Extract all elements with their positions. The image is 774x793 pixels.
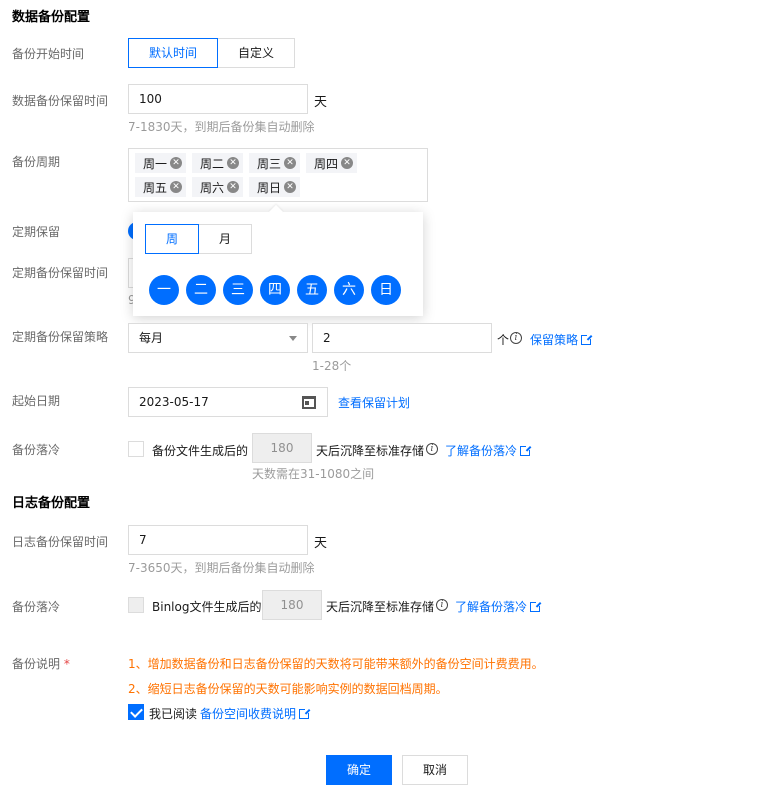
data-retention-input[interactable]: 100	[128, 84, 308, 114]
tag-tuesday: 周二 ✕	[192, 153, 244, 173]
tag-wednesday: 周三 ✕	[249, 153, 301, 173]
backup-cycle-tag-input[interactable]: 周一 ✕ 周二 ✕ 周三 ✕ 周四 ✕ 周五 ✕ 周六 ✕ 周日 ✕	[128, 148, 428, 202]
agree-checkbox[interactable]	[128, 704, 144, 720]
policy-link[interactable]: 保留策略	[530, 331, 593, 348]
day-tue[interactable]: 二	[186, 275, 216, 305]
data-archive-hint: 天数需在31-1080之间	[252, 467, 375, 481]
log-archive-suffix: 天后沉降至标准存储	[326, 600, 435, 614]
notes-label: 备份说明 *	[12, 657, 70, 671]
day-fri[interactable]: 五	[297, 275, 327, 305]
data-archive-checkbox[interactable]	[128, 441, 144, 457]
log-backup-title: 日志备份配置	[12, 496, 91, 511]
weekday-picker-popup: 周 月 一 二 三 四 五 六 日	[133, 204, 423, 316]
data-archive-label: 备份落冷	[12, 443, 61, 457]
required-mark: *	[63, 657, 70, 671]
space-fee-link[interactable]: 备份空间收费说明	[200, 705, 311, 722]
cancel-button[interactable]: 取消	[402, 755, 468, 785]
view-retention-plan-link[interactable]: 查看保留计划	[338, 394, 410, 411]
popup-arrow	[268, 204, 284, 220]
log-archive-label: 备份落冷	[12, 600, 61, 614]
log-archive-checkbox[interactable]	[128, 597, 144, 613]
policy-label: 定期备份保留策略	[12, 330, 109, 344]
data-retention-label: 数据备份保留时间	[12, 94, 109, 108]
remove-tag-icon[interactable]: ✕	[170, 181, 183, 193]
log-retention-unit: 天	[314, 536, 328, 551]
agree-text: 我已阅读	[149, 707, 198, 721]
data-archive-days-input[interactable]: 180	[252, 433, 312, 463]
periodic-keep-label: 定期保留	[12, 225, 61, 239]
data-archive-link[interactable]: 了解备份落冷	[445, 442, 532, 459]
remove-tag-icon[interactable]: ✕	[284, 181, 297, 193]
data-retention-hint: 7-1830天，到期后备份集自动删除	[128, 120, 315, 134]
tab-month[interactable]: 月	[199, 224, 252, 254]
policy-hint: 1-28个	[312, 359, 352, 373]
day-mon[interactable]: 一	[149, 275, 179, 305]
start-time-label: 备份开始时间	[12, 47, 85, 61]
log-archive-days-input[interactable]: 180	[262, 590, 322, 620]
day-sat[interactable]: 六	[334, 275, 364, 305]
remove-tag-icon[interactable]: ✕	[170, 157, 183, 169]
chevron-down-icon	[289, 336, 297, 341]
custom-time-button[interactable]: 自定义	[218, 38, 295, 68]
day-thu[interactable]: 四	[260, 275, 290, 305]
remove-tag-icon[interactable]: ✕	[341, 157, 354, 169]
external-link-icon	[530, 601, 542, 612]
tag-sunday: 周日 ✕	[249, 177, 301, 197]
start-time-segment: 默认时间 自定义	[128, 38, 295, 68]
external-link-icon	[299, 708, 311, 719]
tag-saturday: 周六 ✕	[192, 177, 244, 197]
notes-line-2: 2、缩短日志备份保留的天数可能影响实例的数据回档周期。	[128, 682, 448, 696]
start-date-label: 起始日期	[12, 394, 61, 408]
log-retention-label: 日志备份保留时间	[12, 535, 109, 549]
info-icon[interactable]: i	[426, 443, 438, 455]
data-archive-prefix: 备份文件生成后的	[152, 444, 249, 458]
external-link-icon	[520, 445, 532, 456]
data-archive-suffix: 天后沉降至标准存储	[316, 444, 425, 458]
log-retention-input[interactable]: 7	[128, 525, 308, 555]
remove-tag-icon[interactable]: ✕	[227, 157, 240, 169]
day-wed[interactable]: 三	[223, 275, 253, 305]
tag-monday: 周一 ✕	[135, 153, 187, 173]
policy-unit: 个	[497, 333, 510, 347]
tab-week[interactable]: 周	[145, 224, 199, 254]
remove-tag-icon[interactable]: ✕	[227, 181, 240, 193]
notes-line-1: 1、增加数据备份和日志备份保留的天数将可能带来额外的备份空间计费费用。	[128, 657, 544, 671]
policy-count-input[interactable]: 2	[312, 323, 492, 353]
day-sun[interactable]: 日	[371, 275, 401, 305]
calendar-icon[interactable]	[302, 396, 316, 409]
log-retention-hint: 7-3650天，到期后备份集自动删除	[128, 561, 315, 575]
external-link-icon	[581, 334, 593, 345]
log-archive-link[interactable]: 了解备份落冷	[455, 598, 542, 615]
confirm-button[interactable]: 确定	[326, 755, 392, 785]
tag-friday: 周五 ✕	[135, 177, 187, 197]
start-date-input[interactable]: 2023-05-17	[128, 387, 328, 417]
policy-select[interactable]: 每月	[128, 323, 308, 353]
log-archive-prefix: Binlog文件生成后的	[152, 600, 262, 614]
data-retention-unit: 天	[314, 95, 328, 110]
data-backup-title: 数据备份配置	[12, 10, 91, 25]
default-time-button[interactable]: 默认时间	[128, 38, 218, 68]
info-icon[interactable]: i	[436, 599, 448, 611]
info-icon[interactable]: i	[510, 332, 522, 344]
backup-cycle-label: 备份周期	[12, 155, 61, 169]
tag-thursday: 周四 ✕	[306, 153, 358, 173]
remove-tag-icon[interactable]: ✕	[284, 157, 297, 169]
periodic-retention-label: 定期备份保留时间	[12, 266, 109, 280]
